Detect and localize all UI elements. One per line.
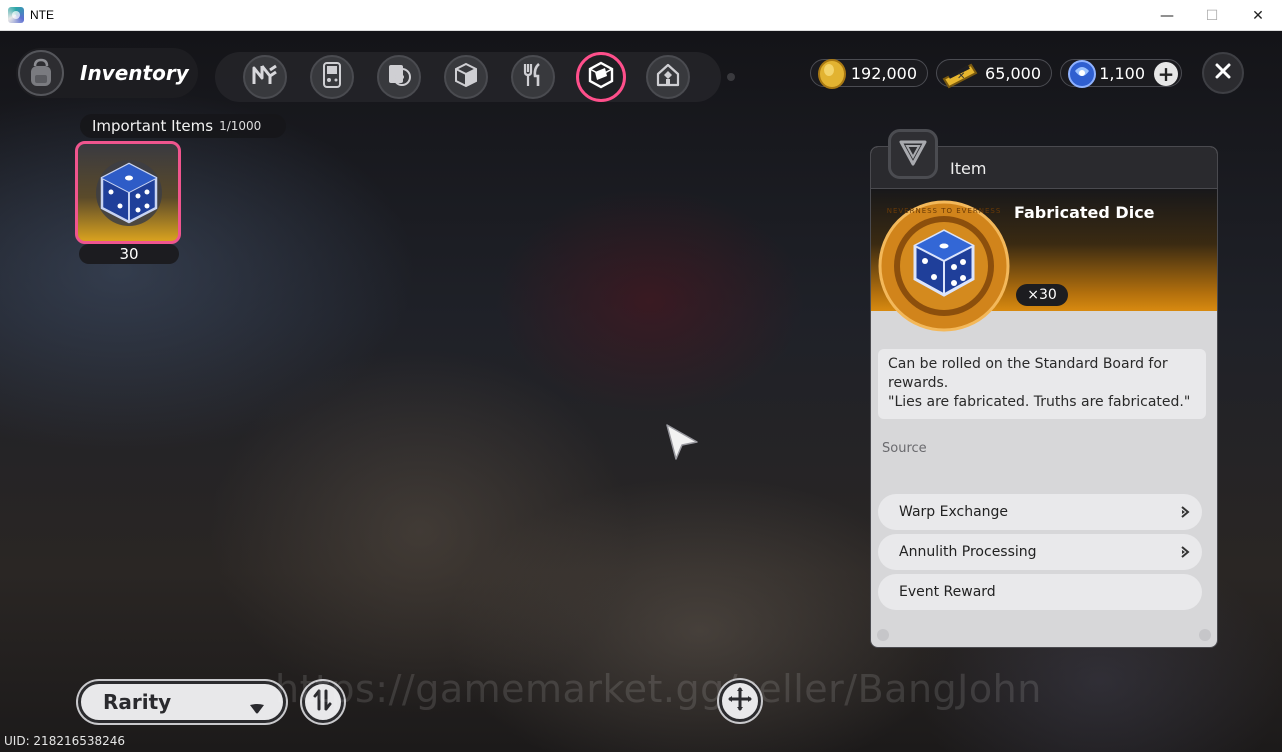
backpack-icon bbox=[18, 50, 64, 96]
tab-materials[interactable] bbox=[444, 55, 488, 99]
caret-down-icon bbox=[249, 696, 265, 720]
utensils-icon bbox=[521, 62, 545, 92]
tab-home[interactable] bbox=[646, 55, 690, 99]
window-title: NTE bbox=[30, 8, 54, 22]
window-titlebar: NTE — ☐ ✕ bbox=[0, 0, 1282, 31]
mouse-cursor-icon bbox=[664, 422, 700, 466]
add-currency-button[interactable]: + bbox=[1154, 62, 1178, 86]
close-icon bbox=[1215, 63, 1231, 83]
panel-header-title: Item bbox=[950, 159, 987, 178]
currency-ticket[interactable]: ✕ 65,000 bbox=[936, 59, 1052, 89]
source-warp-exchange[interactable]: Warp Exchange bbox=[878, 494, 1202, 530]
description-quote: "Lies are fabricated. Truths are fabrica… bbox=[888, 394, 1191, 410]
minimize-button[interactable]: — bbox=[1144, 0, 1190, 31]
item-description: Can be rolled on the Standard Board for … bbox=[878, 349, 1206, 419]
nte-logo-icon bbox=[252, 64, 278, 90]
handheld-icon bbox=[322, 62, 342, 92]
svg-text:✕: ✕ bbox=[957, 71, 965, 82]
tab-nte[interactable] bbox=[243, 55, 287, 99]
ring-text: NEVERNESS TO EVERNESS bbox=[887, 207, 1002, 215]
gold-coin-icon bbox=[815, 57, 849, 91]
item-slot-fabricated-dice[interactable] bbox=[75, 141, 181, 244]
source-event-reward: Event Reward bbox=[878, 574, 1202, 610]
category-tabs bbox=[215, 52, 735, 102]
item-slot-quantity: 30 bbox=[79, 244, 179, 264]
sort-dropdown[interactable]: Rarity bbox=[78, 681, 286, 723]
source-label: Source bbox=[882, 441, 927, 456]
watermark-text: https://gamemarket.gg/seller/BangJohn bbox=[275, 667, 1042, 711]
tab-food[interactable] bbox=[511, 55, 555, 99]
item-name: Fabricated Dice bbox=[1014, 203, 1155, 222]
close-window-button[interactable]: ✕ bbox=[1235, 0, 1281, 31]
section-count: 1/1000 bbox=[219, 119, 262, 133]
chevron-right-icon bbox=[1180, 545, 1190, 563]
description-text: Can be rolled on the Standard Board for … bbox=[888, 356, 1168, 391]
currency-gold[interactable]: 192,000 bbox=[810, 59, 928, 89]
item-medallion-icon: NEVERNESS TO EVERNESS bbox=[877, 199, 1011, 337]
ticket-icon: ✕ bbox=[941, 57, 978, 91]
item-category-badge bbox=[888, 129, 938, 179]
important-items-icon bbox=[587, 61, 615, 93]
app-icon bbox=[8, 7, 24, 23]
ticket-amount: 65,000 bbox=[985, 63, 1041, 83]
annulith-amount: 1,100 bbox=[1099, 63, 1145, 83]
section-header: Important Items 1/1000 bbox=[80, 114, 286, 138]
move-center-button[interactable] bbox=[719, 680, 761, 722]
game-viewport: Inventory 192,000 ✕ 65,000 1,100 + Impor… bbox=[0, 31, 1282, 752]
inventory-title: Inventory bbox=[80, 61, 189, 85]
house-icon bbox=[655, 62, 681, 92]
chevron-right-icon bbox=[1180, 505, 1190, 523]
gold-amount: 192,000 bbox=[850, 63, 917, 83]
item-hero: NEVERNESS TO EVERNESS Fabricated Dice ×3… bbox=[871, 189, 1217, 332]
user-id: UID: 218216538246 bbox=[4, 734, 126, 748]
dice-icon bbox=[90, 154, 168, 236]
record-icon bbox=[386, 62, 412, 92]
move-cross-icon bbox=[727, 686, 753, 716]
section-title: Important Items bbox=[92, 117, 214, 135]
close-inventory-button[interactable] bbox=[1202, 52, 1244, 94]
tab-important[interactable] bbox=[576, 52, 626, 102]
panel-corner-dot bbox=[877, 629, 889, 641]
annulith-icon bbox=[1065, 57, 1099, 91]
panel-corner-dot bbox=[1199, 629, 1211, 641]
tabs-end-dot bbox=[727, 73, 735, 81]
tab-records[interactable] bbox=[377, 55, 421, 99]
source-label-text: Event Reward bbox=[899, 584, 996, 600]
inventory-header: Inventory bbox=[16, 48, 198, 98]
source-annulith-processing[interactable]: Annulith Processing bbox=[878, 534, 1202, 570]
source-label-text: Annulith Processing bbox=[899, 544, 1037, 560]
cube-icon bbox=[453, 62, 479, 92]
source-label-text: Warp Exchange bbox=[899, 504, 1009, 520]
tab-gadget[interactable] bbox=[310, 55, 354, 99]
maximize-button[interactable]: ☐ bbox=[1189, 0, 1235, 31]
item-detail-panel: Item NEVERNESS TO EVERNESS Fabricated Di… bbox=[870, 146, 1218, 648]
nte-badge-icon bbox=[897, 136, 929, 172]
sort-dropdown-label: Rarity bbox=[103, 690, 172, 714]
plus-icon: + bbox=[1157, 62, 1175, 86]
item-quantity: ×30 bbox=[1016, 284, 1068, 306]
